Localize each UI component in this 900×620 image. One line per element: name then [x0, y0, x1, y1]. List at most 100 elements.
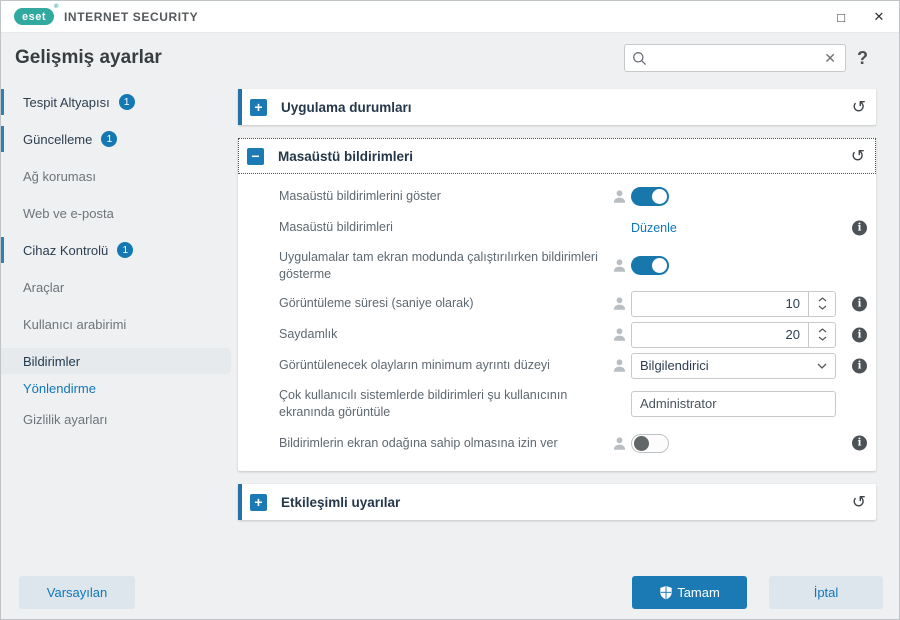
sidebar-item-web-ve-eposta[interactable]: Web ve e-posta	[1, 200, 231, 226]
sidebar-item-label: Yönlendirme	[23, 380, 96, 396]
setting-row-fullscreen-no-notifications: Uygulamalar tam ekran modunda çalıştırıl…	[238, 243, 876, 288]
sidebar-item-guncelleme[interactable]: Güncelleme 1	[1, 126, 231, 152]
spinner-buttons	[808, 322, 835, 347]
spin-down-icon[interactable]	[818, 336, 827, 341]
setting-label: Çok kullanıcılı sistemlerde bildirimleri…	[279, 388, 568, 419]
section-title: Uygulama durumları	[281, 99, 412, 115]
info-icon[interactable]: i	[852, 358, 867, 373]
attention-badge: 1	[117, 242, 134, 258]
section-uygulama-durumlari: + Uygulama durumları ↺	[238, 89, 876, 125]
close-button[interactable]: ✕	[869, 9, 889, 25]
eset-logo-text: eset	[21, 10, 47, 23]
eset-logo: eset ®	[14, 4, 59, 25]
dropdown-selected-value: Bilgilendirici	[640, 358, 709, 373]
clear-search-icon[interactable]: ✕	[822, 50, 838, 67]
toggle-knob	[634, 435, 649, 451]
sidebar-item-gizlilik-ayarlari[interactable]: Gizlilik ayarları	[1, 406, 231, 432]
settings-panel: + Uygulama durumları ↺ − Masaüstü bildir…	[238, 89, 876, 533]
setting-row-minimum-verbosity: Görüntülenecek olayların minimum ayrıntı…	[238, 350, 876, 381]
sidebar-nav: Tespit Altyapısı 1 Güncelleme 1 Ağ korum…	[1, 89, 231, 443]
duration-input[interactable]	[632, 296, 808, 311]
toggle-knob	[652, 258, 667, 273]
uac-shield-icon	[660, 585, 672, 600]
username-fieldbox	[631, 390, 836, 417]
setting-label: Masaüstü bildirimlerini göster	[279, 189, 441, 204]
section-title: Etkileşimli uyarılar	[281, 494, 401, 510]
ok-button[interactable]: Tamam	[632, 576, 747, 609]
toggle-switch[interactable]	[631, 433, 669, 453]
sidebar-item-tespit-altyapisi[interactable]: Tespit Altyapısı 1	[1, 89, 231, 115]
expand-icon[interactable]: +	[250, 493, 267, 511]
user-icon	[613, 328, 626, 341]
transparency-spinbox	[631, 321, 836, 348]
default-button[interactable]: Varsayılan	[19, 576, 135, 609]
collapse-icon[interactable]: −	[247, 147, 264, 165]
sidebar-item-label: Gizlilik ayarları	[23, 411, 108, 427]
sidebar-item-araclar[interactable]: Araçlar	[1, 274, 231, 300]
search-icon	[633, 51, 647, 65]
maximize-button[interactable]: □	[831, 10, 851, 25]
sidebar-item-label: Bildirimler	[23, 353, 81, 369]
ok-button-label: Tamam	[677, 585, 720, 600]
revert-icon[interactable]: ↺	[852, 99, 866, 116]
sidebar-item-label: Tespit Altyapısı	[23, 94, 110, 110]
transparency-input[interactable]	[632, 327, 808, 342]
section-header[interactable]: + Etkileşimli uyarılar ↺	[238, 484, 876, 520]
setting-row-show-desktop-notifications: Masaüstü bildirimlerini göster	[238, 181, 876, 212]
setting-label: Görüntülenecek olayların minimum ayrıntı…	[279, 358, 550, 373]
setting-row-desktop-notifications-edit: Masaüstü bildirimleri Düzenle i	[238, 212, 876, 243]
setting-label: Görüntüleme süresi (saniye olarak)	[279, 296, 474, 311]
info-icon[interactable]: i	[852, 296, 867, 311]
default-button-label: Varsayılan	[46, 585, 108, 600]
section-masaustu-bildirimleri: − Masaüstü bildirimleri ↺ Masaüstü bildi…	[238, 138, 876, 471]
section-etkilesimli-uyarilar: + Etkileşimli uyarılar ↺	[238, 484, 876, 520]
spin-up-icon[interactable]	[818, 297, 827, 302]
search-input[interactable]	[652, 50, 823, 66]
cancel-button-label: İptal	[813, 585, 839, 600]
setting-row-transparency: Saydamlık i	[238, 319, 876, 350]
username-input[interactable]	[632, 396, 835, 411]
verbosity-dropdown[interactable]: Bilgilendirici	[631, 352, 836, 379]
info-icon[interactable]: i	[852, 220, 867, 235]
spinner-buttons	[808, 291, 835, 316]
setting-row-notification-focus: Bildirimlerin ekran odağına sahip olması…	[238, 426, 876, 460]
sidebar-item-ag-korumasi[interactable]: Ağ koruması	[1, 163, 231, 189]
revert-icon[interactable]: ↺	[852, 494, 866, 511]
sidebar-item-kullanici-arabirimi[interactable]: Kullanıcı arabirimi	[1, 311, 231, 337]
user-icon	[613, 297, 626, 310]
user-icon	[613, 190, 626, 203]
revert-icon[interactable]: ↺	[851, 148, 865, 165]
page-title: Gelişmiş ayarlar	[15, 47, 162, 68]
section-header[interactable]: − Masaüstü bildirimleri ↺	[238, 138, 876, 174]
sidebar-item-label: Kullanıcı arabirimi	[23, 316, 127, 332]
toggle-switch[interactable]	[631, 256, 669, 275]
search-box[interactable]: ✕	[624, 44, 846, 72]
sidebar-item-label: Güncelleme	[23, 131, 93, 147]
sidebar-item-yonlendirme[interactable]: Yönlendirme	[1, 378, 231, 398]
sidebar-item-cihaz-kontrolu[interactable]: Cihaz Kontrolü 1	[1, 237, 231, 263]
cancel-button[interactable]: İptal	[769, 576, 883, 609]
edit-link[interactable]: Düzenle	[631, 221, 677, 235]
spin-down-icon[interactable]	[818, 305, 827, 310]
expand-icon[interactable]: +	[250, 98, 267, 116]
toggle-switch[interactable]	[631, 187, 669, 206]
eset-settings-window: eset ® INTERNET SECURITY □ ✕ Gelişmiş ay…	[0, 0, 900, 620]
sidebar-item-label: Ağ koruması	[23, 168, 96, 184]
sidebar-item-label: Web ve e-posta	[23, 205, 114, 221]
setting-label: Masaüstü bildirimleri	[279, 220, 393, 235]
info-icon[interactable]: i	[852, 435, 867, 451]
user-icon	[613, 359, 626, 372]
product-title: INTERNET SECURITY	[64, 9, 199, 24]
spin-up-icon[interactable]	[818, 328, 827, 333]
section-content: Masaüstü bildirimlerini göster Masaüstü …	[238, 174, 876, 471]
chevron-down-icon	[817, 363, 835, 369]
sidebar-item-label: Araçlar	[23, 279, 65, 295]
registered-mark-icon: ®	[54, 4, 59, 10]
setting-label: Saydamlık	[279, 327, 338, 342]
section-header[interactable]: + Uygulama durumları ↺	[238, 89, 876, 125]
titlebar: eset ® INTERNET SECURITY □ ✕	[1, 1, 899, 33]
info-icon[interactable]: i	[852, 327, 867, 342]
toggle-knob	[652, 189, 667, 204]
help-icon[interactable]: ?	[857, 48, 868, 69]
sidebar-item-bildirimler[interactable]: Bildirimler	[1, 348, 231, 374]
